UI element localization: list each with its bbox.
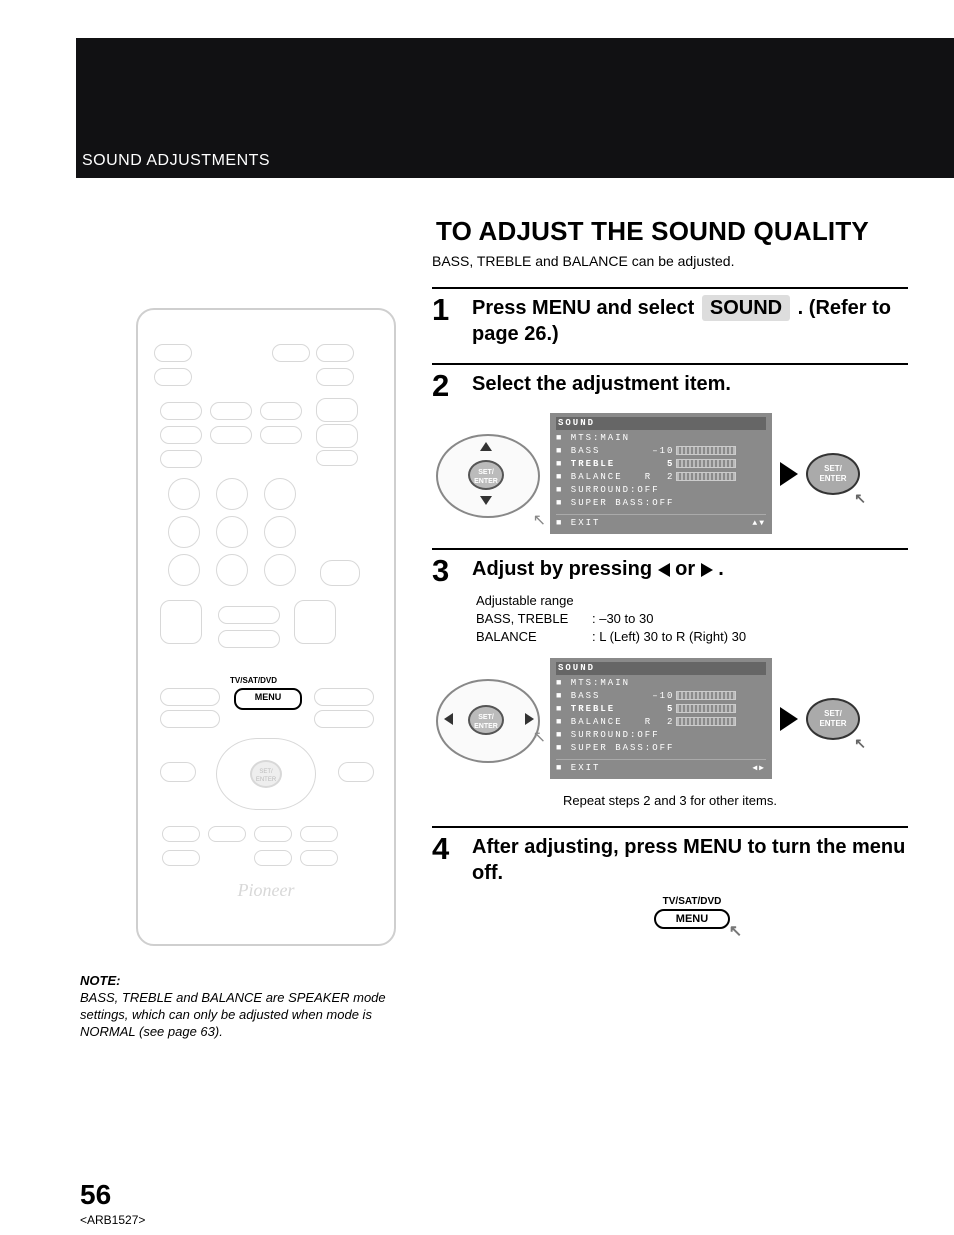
osd-title: SOUND bbox=[556, 417, 766, 430]
remote-menu-top-label: TV/SAT/DVD bbox=[230, 676, 277, 685]
page-subtitle: BASS, TREBLE and BALANCE can be adjusted… bbox=[432, 253, 908, 269]
note-block: NOTE: BASS, TREBLE and BALANCE are SPEAK… bbox=[80, 972, 394, 1040]
menu-button-graphic: TV/SAT/DVD MENU ↖ bbox=[612, 896, 772, 929]
up-arrow-icon bbox=[480, 442, 492, 451]
leftright-icon: ◀▶ bbox=[752, 762, 766, 775]
osd-screen-2: SOUND ■ MTS:MAIN ■ BASS –10 ■ TREBLE 5 ■… bbox=[550, 658, 772, 779]
osd-title: SOUND bbox=[556, 662, 766, 675]
remote-menu-button: MENU bbox=[234, 688, 302, 710]
step-4-text: After adjusting, press MENU to turn the … bbox=[472, 834, 908, 886]
manual-page: SOUND ADJUSTMENTS bbox=[0, 0, 954, 1235]
hand-pointer-icon: ↖ bbox=[854, 738, 866, 748]
step-1-text: Press MENU and select SOUND . (Refer to … bbox=[472, 295, 908, 347]
step-3-text: Adjust by pressing or . bbox=[472, 556, 908, 586]
dpad-graphic-leftright: SET/ ENTER ↖ bbox=[432, 669, 542, 769]
step-1-number: 1 bbox=[432, 295, 472, 347]
updown-icon: ▲▼ bbox=[752, 517, 766, 530]
instructions-column: TO ADJUST THE SOUND QUALITY BASS, TREBLE… bbox=[432, 216, 908, 929]
osd-highlight-treble: ■ TREBLE 5 bbox=[556, 703, 766, 716]
sound-chip: SOUND bbox=[702, 295, 790, 321]
step-3-ranges: Adjustable range BASS, TREBLE: –30 to 30… bbox=[476, 592, 908, 646]
dpad-graphic-updown: SET/ ENTER ↖ bbox=[432, 424, 542, 524]
remote-illustration: TV/SAT/DVD MENU SET/ ENTER Pioneer bbox=[136, 308, 396, 946]
page-title: TO ADJUST THE SOUND QUALITY bbox=[432, 216, 908, 247]
step-3-graphic: SET/ ENTER ↖ SOUND ■ MTS:MAIN ■ BASS –10… bbox=[432, 658, 908, 779]
osd-screen-1: SOUND ■ MTS:MAIN ■ BASS –10 ■ TREBLE 5 ■… bbox=[550, 413, 772, 534]
note-body: BASS, TREBLE and BALANCE are SPEAKER mod… bbox=[80, 989, 394, 1040]
page-number: 56 bbox=[80, 1179, 111, 1211]
down-arrow-icon bbox=[480, 496, 492, 505]
step-4-number: 4 bbox=[432, 834, 472, 886]
set-enter-button-graphic: SET/ ENTER ↖ bbox=[806, 698, 860, 740]
set-enter-center: SET/ ENTER bbox=[468, 460, 504, 490]
hand-pointer-icon: ↖ bbox=[854, 493, 866, 503]
menu-top-label: TV/SAT/DVD bbox=[612, 896, 772, 907]
right-arrow-icon bbox=[525, 713, 534, 725]
left-triangle-icon bbox=[658, 563, 670, 577]
step-3-repeat-note: Repeat steps 2 and 3 for other items. bbox=[432, 793, 908, 808]
left-column: TV/SAT/DVD MENU SET/ ENTER Pioneer NOTE bbox=[80, 308, 400, 1040]
hand-pointer-icon: ↖ bbox=[533, 510, 546, 530]
note-heading: NOTE: bbox=[80, 972, 394, 989]
step-2-graphic: SET/ ENTER ↖ SOUND ■ MTS:MAIN ■ BASS –10… bbox=[432, 413, 908, 534]
step-3: 3 Adjust by pressing or . Adjustable ran… bbox=[432, 548, 908, 808]
step-1: 1 Press MENU and select SOUND . (Refer t… bbox=[432, 287, 908, 347]
right-arrow-icon bbox=[780, 462, 798, 486]
step-2-number: 2 bbox=[432, 371, 472, 401]
remote-set-enter: SET/ ENTER bbox=[250, 760, 282, 788]
left-arrow-icon bbox=[444, 713, 453, 725]
step-2: 2 Select the adjustment item. SET/ ENTER… bbox=[432, 363, 908, 534]
document-code: <ARB1527> bbox=[80, 1213, 145, 1227]
section-label: SOUND ADJUSTMENTS bbox=[82, 152, 270, 170]
right-arrow-icon bbox=[780, 707, 798, 731]
menu-button-shape: MENU ↖ bbox=[654, 909, 730, 929]
step-2-text: Select the adjustment item. bbox=[472, 371, 908, 401]
osd-highlight-treble: ■ TREBLE 5 bbox=[556, 458, 766, 471]
hand-pointer-icon: ↖ bbox=[533, 727, 546, 747]
set-enter-center: SET/ ENTER bbox=[468, 705, 504, 735]
set-enter-button-graphic: SET/ ENTER ↖ bbox=[806, 453, 860, 495]
right-triangle-icon bbox=[701, 563, 713, 577]
step-4: 4 After adjusting, press MENU to turn th… bbox=[432, 826, 908, 929]
remote-brand-logo: Pioneer bbox=[138, 880, 394, 901]
hand-pointer-icon: ↖ bbox=[729, 921, 742, 941]
step-3-number: 3 bbox=[432, 556, 472, 586]
remote-dpad: SET/ ENTER bbox=[216, 730, 316, 818]
